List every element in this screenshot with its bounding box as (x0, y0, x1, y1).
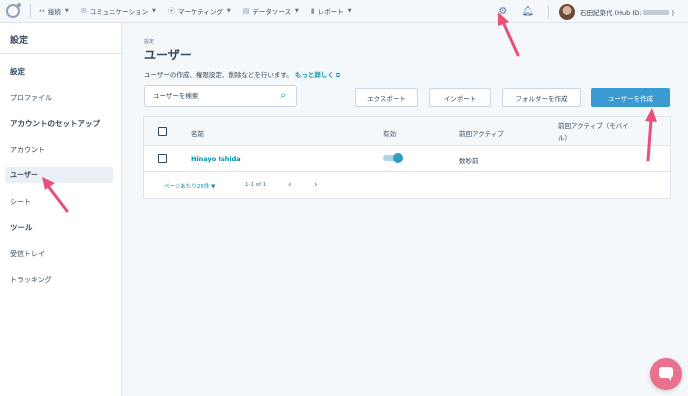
chevron-down-icon: ▼ (64, 8, 69, 14)
breadcrumb[interactable]: 設定 (144, 38, 154, 45)
sidebar-section-account-setup: アカウントのセットアップ (10, 119, 100, 128)
search-input[interactable] (153, 92, 273, 100)
chevron-down-icon: ▼ (211, 184, 216, 190)
chevron-down-icon: ▼ (295, 8, 299, 14)
sidebar-item-profile[interactable]: プロファイル (10, 93, 52, 103)
sidebar-item-users[interactable]: ユーザー (5, 167, 113, 183)
description-text: ユーザーの作成、権限設定、削除などを行います。 (144, 71, 293, 79)
row-checkbox[interactable] (158, 154, 167, 163)
redacted-hub-id (643, 10, 670, 15)
chevron-down-icon: ▼ (226, 8, 231, 14)
user-search-box: ⌕ (144, 85, 297, 107)
nav-item-label: レポート (317, 8, 344, 16)
nav-item-label: コミュニケーション (89, 8, 148, 16)
sidebar-item-inbox[interactable]: 受信トレイ (10, 249, 45, 259)
chevron-down-icon: ▼ (151, 8, 156, 14)
import-button[interactable]: インポート (429, 88, 491, 107)
nav-item-reports[interactable]: ▮ レポート ▼ (311, 6, 352, 16)
sidebar-section-tools: ツール (10, 223, 33, 232)
column-header-last-active-mobile[interactable]: 前回アクティブ（モバイ (558, 120, 629, 130)
toggle-knob (393, 153, 403, 163)
next-page-icon[interactable]: › (314, 180, 318, 190)
nav-divider (30, 4, 31, 18)
chat-icon: ✉ (80, 7, 87, 15)
pagination: ページあたり25件 ▼ 1-1 of 1 ‹ › (144, 172, 670, 198)
page-description: ユーザーの作成、権限設定、削除などを行います。 もっと詳しく ⧉ (144, 69, 340, 80)
sidebar-title: 設定 (0, 23, 121, 54)
nav-item-connect[interactable]: ↔ 接続 ▼ (39, 6, 69, 16)
user-name: 石田紀菜代 (Hub ID: (580, 8, 642, 17)
sidebar-item-seats[interactable]: シート (10, 197, 31, 207)
database-icon: ▤ (242, 7, 250, 15)
create-folder-button[interactable]: フォルダーを作成 (502, 88, 581, 107)
nav-item-label: データソース (252, 8, 291, 16)
chevron-down-icon: ▼ (347, 8, 352, 14)
hubspot-logo-icon[interactable] (6, 3, 21, 18)
page-title: ユーザー (144, 48, 192, 62)
users-table: 名前 有効 前回アクティブ 前回アクティブ（モバイ ル） Hinayo Ishi… (143, 116, 671, 199)
account-menu[interactable]: 石田紀菜代 (Hub ID:) (580, 7, 674, 17)
nav-item-data-sources[interactable]: ▤ データソース ▼ (243, 6, 299, 16)
nav-item-label: マーケティング (177, 8, 223, 16)
user-name-link[interactable]: Hinayo Ishida (191, 155, 241, 163)
column-header-active[interactable]: 有効 (383, 128, 396, 138)
nav-right-group: ⚙ 🔔︎ 石田紀菜代 (Hub ID:) (498, 0, 688, 23)
per-page-select[interactable]: ページあたり25件 ▼ (164, 182, 215, 190)
top-navigation: ↔ 接続 ▼ ✉ コミュニケーション ▼ ⦿ マーケティング ▼ ▤ データソー… (0, 0, 688, 23)
prev-page-icon[interactable]: ‹ (288, 180, 292, 190)
sidebar-item-account[interactable]: アカウント (10, 145, 45, 155)
chat-widget-button[interactable] (650, 358, 682, 390)
search-icon[interactable]: ⌕ (280, 90, 286, 101)
column-header-last-active-mobile-cont: ル） (558, 134, 571, 142)
settings-sidebar: 設定 設定 プロファイル アカウントのセットアップ アカウント ユーザー シート… (0, 23, 122, 396)
connect-icon: ↔ (39, 7, 45, 15)
active-toggle[interactable] (383, 153, 403, 163)
user-name-end: ) (671, 8, 674, 17)
page-range: 1-1 of 1 (245, 182, 267, 188)
sidebar-section-settings: 設定 (10, 67, 25, 76)
learn-more-link[interactable]: もっと詳しく (295, 71, 334, 79)
chart-icon: ▮ (310, 7, 315, 15)
select-all-checkbox[interactable] (158, 127, 167, 136)
create-user-button[interactable]: ユーザーを作成 (591, 88, 670, 107)
avatar[interactable] (559, 3, 576, 20)
export-button[interactable]: エクスポート (355, 88, 418, 107)
last-active-value: 数秒前 (459, 157, 479, 165)
column-header-last-active[interactable]: 前回アクティブ (459, 128, 504, 138)
nav-divider (548, 4, 550, 19)
sidebar-item-tracking[interactable]: トラッキング (10, 275, 52, 285)
table-header: 名前 有効 前回アクティブ 前回アクティブ（モバイ ル） (144, 117, 670, 146)
nav-item-label: 接続 (47, 8, 61, 16)
column-header-name[interactable]: 名前 (191, 128, 204, 138)
gear-icon[interactable]: ⚙ (498, 6, 507, 17)
per-page-label: ページあたり25件 (164, 184, 210, 190)
nav-item-communication[interactable]: ✉ コミュニケーション ▼ (81, 6, 156, 16)
broadcast-icon: ⦿ (167, 7, 175, 15)
bell-icon[interactable]: 🔔︎ (521, 6, 534, 17)
nav-item-marketing[interactable]: ⦿ マーケティング ▼ (168, 6, 231, 16)
table-row[interactable]: Hinayo Ishida 数秒前 (144, 146, 670, 172)
external-link-icon: ⧉ (335, 72, 341, 79)
